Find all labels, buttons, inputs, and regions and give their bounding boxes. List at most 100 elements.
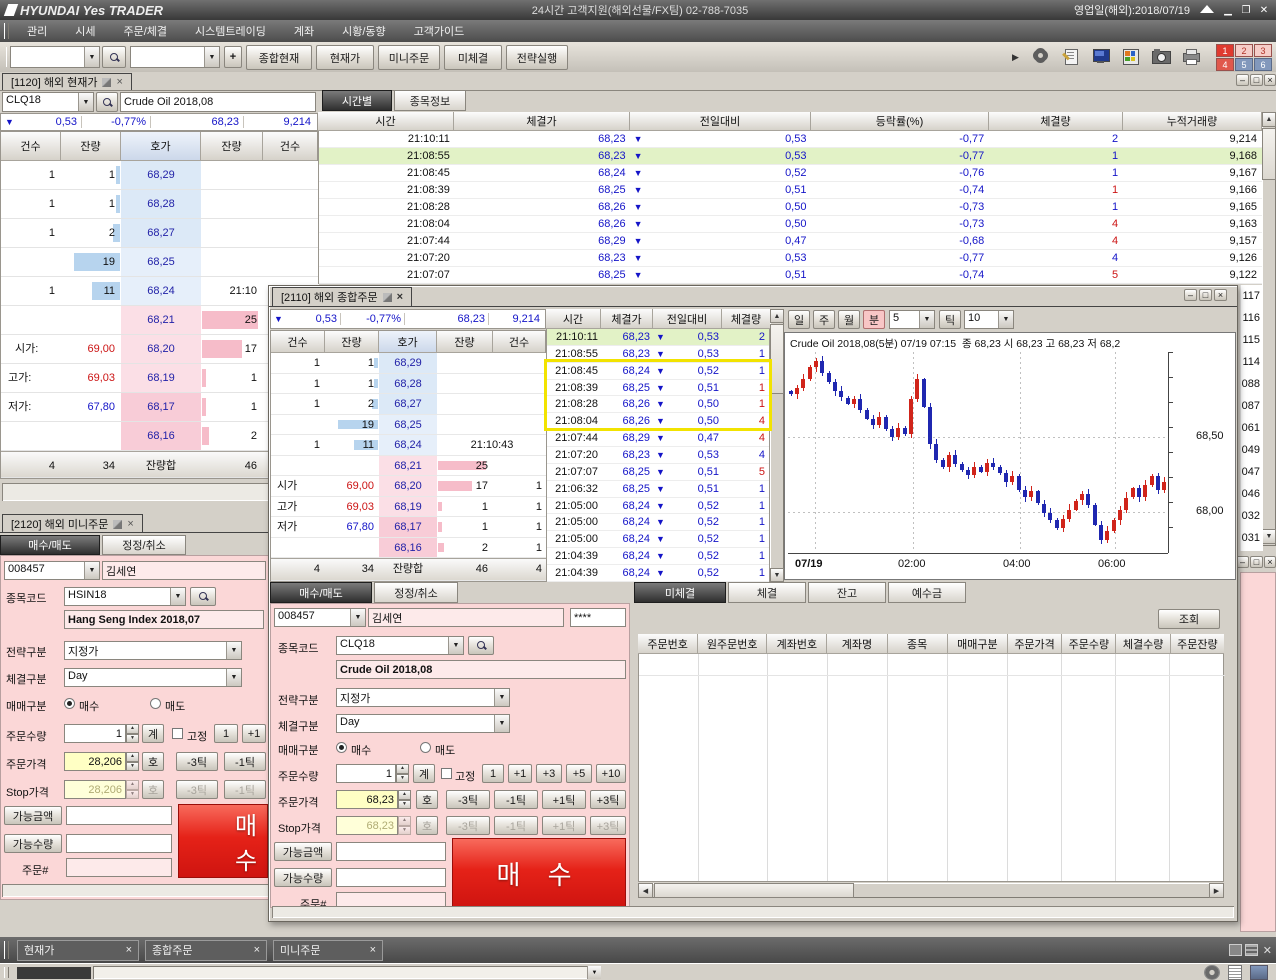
popup-avail-amount-button[interactable]: 가능금액 xyxy=(274,842,332,861)
ask-row[interactable]: 1968,25 xyxy=(271,415,547,436)
toolbar-screen-combo[interactable]: ▼ xyxy=(130,46,220,68)
menu-market-trend[interactable]: 시황/동향 xyxy=(328,23,400,39)
chevron-down-icon[interactable]: ▼ xyxy=(998,311,1013,328)
edit-icon[interactable] xyxy=(102,78,111,87)
menu-order-exec[interactable]: 주문/체결 xyxy=(110,23,182,39)
mdi-close-button[interactable]: × xyxy=(1264,74,1276,86)
chart-monthly-button[interactable]: 월 xyxy=(838,310,860,329)
chevron-down-icon[interactable]: ▼ xyxy=(84,562,99,579)
mini-total-button[interactable]: 계 xyxy=(142,724,164,743)
tab-overseas-price[interactable]: [1120] 해외 현재가 × xyxy=(2,73,132,90)
bid-row[interactable]: 저가67,8068,1711 xyxy=(271,517,547,538)
symbol-name-field[interactable]: Crude Oil 2018,08 xyxy=(120,92,316,112)
popup-total-button[interactable]: 계 xyxy=(413,764,435,783)
bid-row[interactable]: 68,1621 xyxy=(271,538,547,559)
quick-5[interactable]: 5 xyxy=(1235,58,1253,71)
toolbar-symbol-combo[interactable]: ▼ xyxy=(10,46,100,68)
chart-tick-button[interactable]: 틱 xyxy=(939,310,961,329)
mini-tif-combo[interactable]: Day▼ xyxy=(64,668,242,687)
popup-code-search-button[interactable] xyxy=(468,636,494,655)
layout-icon[interactable] xyxy=(1250,965,1268,980)
ts-row[interactable]: 21:07:20 68,23 ▼ 0,53 4 xyxy=(547,447,769,464)
mini-minus3tick-button[interactable]: -3틱 xyxy=(176,752,218,771)
home-icon[interactable] xyxy=(1200,5,1214,13)
popup-plus3tick-button[interactable]: +3틱 xyxy=(590,790,626,809)
restore-button[interactable]: ❐ xyxy=(1238,3,1254,17)
scroll-up-icon[interactable]: ▲ xyxy=(1262,112,1276,127)
scroll-thumb[interactable] xyxy=(770,324,784,394)
popup-qty-plus3-button[interactable]: +3 xyxy=(536,764,562,783)
chevron-down-icon[interactable]: ▼ xyxy=(226,642,241,659)
chevron-down-icon[interactable]: ▼ xyxy=(84,47,99,67)
layout-grid-icon[interactable] xyxy=(1122,48,1140,64)
edit-icon[interactable] xyxy=(383,293,392,302)
close-tab-icon[interactable]: × xyxy=(116,76,122,88)
task-tab-price[interactable]: 현재가× xyxy=(17,940,139,961)
ts-row[interactable]: 21:06:32 68,25 ▼ 0,51 1 xyxy=(547,481,769,498)
popup-buy-button[interactable]: 매 수 xyxy=(452,838,626,908)
close-icon[interactable]: × xyxy=(370,944,376,956)
ts-row[interactable]: 21:04:39 68,24 ▼ 0,52 1 xyxy=(547,548,769,565)
minimize-button[interactable]: ▁ xyxy=(1220,3,1236,17)
popup-qty-plus10-button[interactable]: +10 xyxy=(596,764,626,783)
popup-tif-combo[interactable]: Day▼ xyxy=(336,714,510,733)
close-icon[interactable]: × xyxy=(126,944,132,956)
scroll-right-icon[interactable]: ▶ xyxy=(1209,883,1224,898)
tab-positions[interactable]: 잔고 xyxy=(808,582,886,603)
close-icon[interactable]: × xyxy=(254,944,260,956)
mdi-minimize-button[interactable]: – xyxy=(1236,74,1249,86)
popup-qty-plus1-button[interactable]: +1 xyxy=(508,764,532,783)
popup-qty-input[interactable]: 1 xyxy=(336,764,396,783)
chevron-down-icon[interactable]: ▼ xyxy=(170,588,185,605)
edit-icon[interactable] xyxy=(113,520,122,529)
mini-code-search-button[interactable] xyxy=(190,587,216,606)
ts-row[interactable]: 21:05:00 68,24 ▼ 0,52 1 xyxy=(547,514,769,531)
journal-icon[interactable] xyxy=(1062,48,1080,64)
tab-filled[interactable]: 체결 xyxy=(728,582,806,603)
ts-row[interactable]: 21:07:44 68,29 ▼ 0,47 4 xyxy=(547,430,769,447)
gear-icon[interactable] xyxy=(1204,965,1220,980)
quick-2[interactable]: 2 xyxy=(1235,44,1253,57)
mini-buy-button[interactable]: 매 수 xyxy=(178,804,268,878)
chevron-down-icon[interactable]: ▼ xyxy=(226,669,241,686)
popup-minimize-button[interactable]: – xyxy=(1184,289,1197,301)
mini-qty-1-button[interactable]: 1 xyxy=(214,724,238,743)
mini-qty-stepper[interactable]: ▲▼ xyxy=(126,724,139,743)
popup-minus1tick-button[interactable]: -1틱 xyxy=(494,790,538,809)
toolbar-open-orders-button[interactable]: 미체결 xyxy=(444,45,502,70)
popup-price-stepper[interactable]: ▲▼ xyxy=(398,790,411,809)
quick-6[interactable]: 6 xyxy=(1254,58,1272,71)
popup-tab-modify[interactable]: 정정/취소 xyxy=(374,582,458,603)
ask-row[interactable]: 1168,28 xyxy=(1,190,319,219)
mini-price-input[interactable]: 28,206 xyxy=(64,752,126,771)
mini-fixed-checkbox[interactable] xyxy=(172,728,183,739)
popup-plus1tick-button[interactable]: +1틱 xyxy=(542,790,586,809)
candlestick-chart[interactable] xyxy=(788,352,1168,552)
mini-code-combo[interactable]: HSIN18▼ xyxy=(64,587,186,606)
ts-row[interactable]: 21:04:39 68,24 ▼ 0,52 1 xyxy=(547,565,769,582)
ask-row[interactable]: 1168,28 xyxy=(271,374,547,395)
ts-row[interactable]: 21:10:11 68,23 ▼ 0,53 -0,77 2 9,214 xyxy=(319,131,1262,148)
menu-account[interactable]: 계좌 xyxy=(280,23,328,39)
quick-1[interactable]: 1 xyxy=(1216,44,1234,57)
ts-row[interactable]: 21:10:11 68,23 ▼ 0,53 2 xyxy=(547,329,769,346)
tab-open-orders[interactable]: 미체결 xyxy=(634,582,726,603)
ts-row[interactable]: 21:07:07 68,25 ▼ 0,51 5 xyxy=(547,464,769,481)
tab-mini-order[interactable]: [2120] 해외 미니주문 × xyxy=(2,514,143,533)
chevron-down-icon[interactable]: ▼ xyxy=(587,966,601,979)
scroll-thumb[interactable] xyxy=(1262,128,1276,180)
mini-price-stepper[interactable]: ▲▼ xyxy=(126,752,139,771)
ts-row[interactable]: 21:08:28 68,26 ▼ 0,50 -0,73 1 9,165 xyxy=(319,199,1262,216)
popup-title-tab[interactable]: [2110] 해외 종합주문 × xyxy=(272,287,412,306)
ts-row[interactable]: 21:08:55 68,23 ▼ 0,53 -0,77 1 9,168 xyxy=(319,148,1262,165)
popup-qty-stepper[interactable]: ▲▼ xyxy=(396,764,409,783)
popup-strategy-combo[interactable]: 지정가▼ xyxy=(336,688,510,707)
ts-row[interactable]: 21:08:45 68,24 ▼ 0,52 -0,76 1 9,167 xyxy=(319,165,1262,182)
gear-icon[interactable] xyxy=(1032,48,1050,64)
mini-qty-plus1-button[interactable]: +1 xyxy=(242,724,266,743)
tab-instrument-info[interactable]: 종목정보 xyxy=(394,90,466,111)
ts-row[interactable]: 21:05:00 68,24 ▼ 0,52 1 xyxy=(547,498,769,515)
query-button[interactable]: 조회 xyxy=(1158,609,1220,629)
toolbar-miniorder-button[interactable]: 미니주문 xyxy=(378,45,440,70)
scroll-left-icon[interactable]: ◀ xyxy=(638,883,653,898)
